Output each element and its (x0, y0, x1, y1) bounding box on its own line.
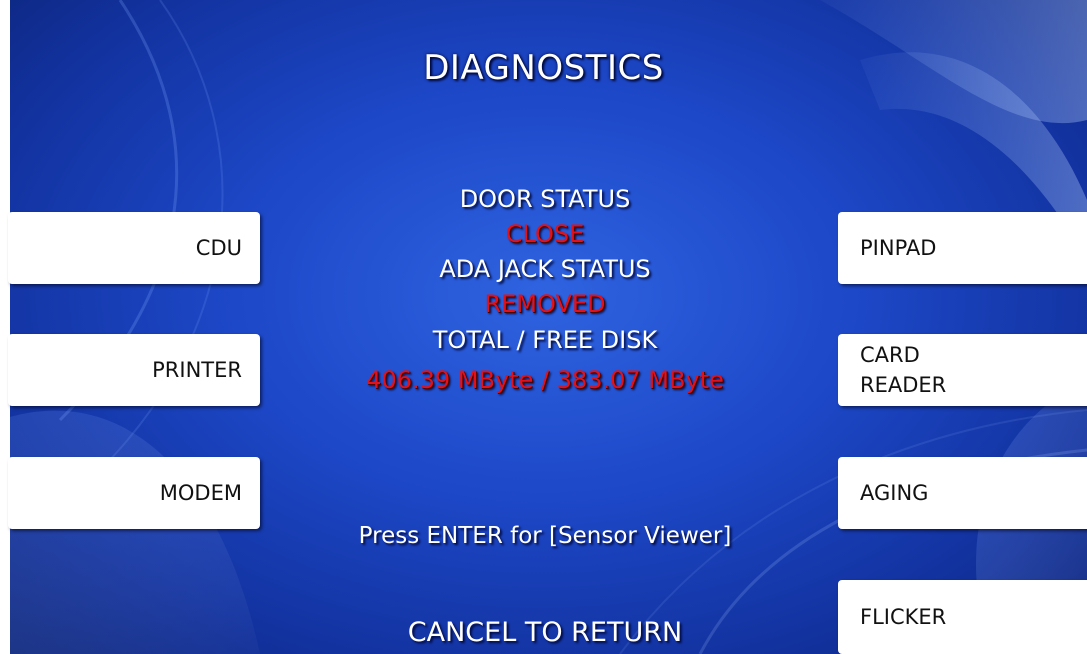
cancel-to-return-text: CANCEL TO RETURN (407, 617, 683, 648)
modem-button[interactable]: MODEM (8, 457, 260, 529)
cdu-button[interactable]: CDU (8, 212, 260, 284)
flicker-button-label: FLICKER (860, 605, 947, 629)
aging-button[interactable]: AGING (838, 457, 1087, 529)
cdu-button-label: CDU (195, 236, 242, 260)
card-reader-button[interactable]: CARD READER (838, 334, 1087, 406)
ada-jack-status-label: ADA JACK STATUS (439, 255, 651, 283)
pinpad-button-label: PINPAD (860, 236, 937, 260)
sensor-viewer-hint: Press ENTER for [Sensor Viewer] (358, 523, 732, 549)
flicker-button[interactable]: FLICKER (838, 580, 1087, 654)
ada-jack-status-value: REMOVED (484, 290, 606, 318)
screen-left-border (0, 0, 10, 654)
aging-button-label: AGING (860, 481, 929, 505)
printer-button[interactable]: PRINTER (8, 334, 260, 406)
page-title: DIAGNOSTICS (423, 48, 664, 88)
card-reader-button-label: CARD READER (860, 343, 947, 397)
door-status-label: DOOR STATUS (459, 185, 631, 213)
printer-button-label: PRINTER (152, 358, 242, 382)
atm-diagnostics-screen: DIAGNOSTICS DOOR STATUS CLOSE ADA JACK S… (0, 0, 1087, 654)
pinpad-button[interactable]: PINPAD (838, 212, 1087, 284)
modem-button-label: MODEM (159, 481, 242, 505)
disk-label: TOTAL / FREE DISK (432, 326, 658, 354)
disk-value: 406.39 MByte / 383.07 MByte (366, 366, 724, 394)
door-status-value: CLOSE (505, 220, 585, 248)
